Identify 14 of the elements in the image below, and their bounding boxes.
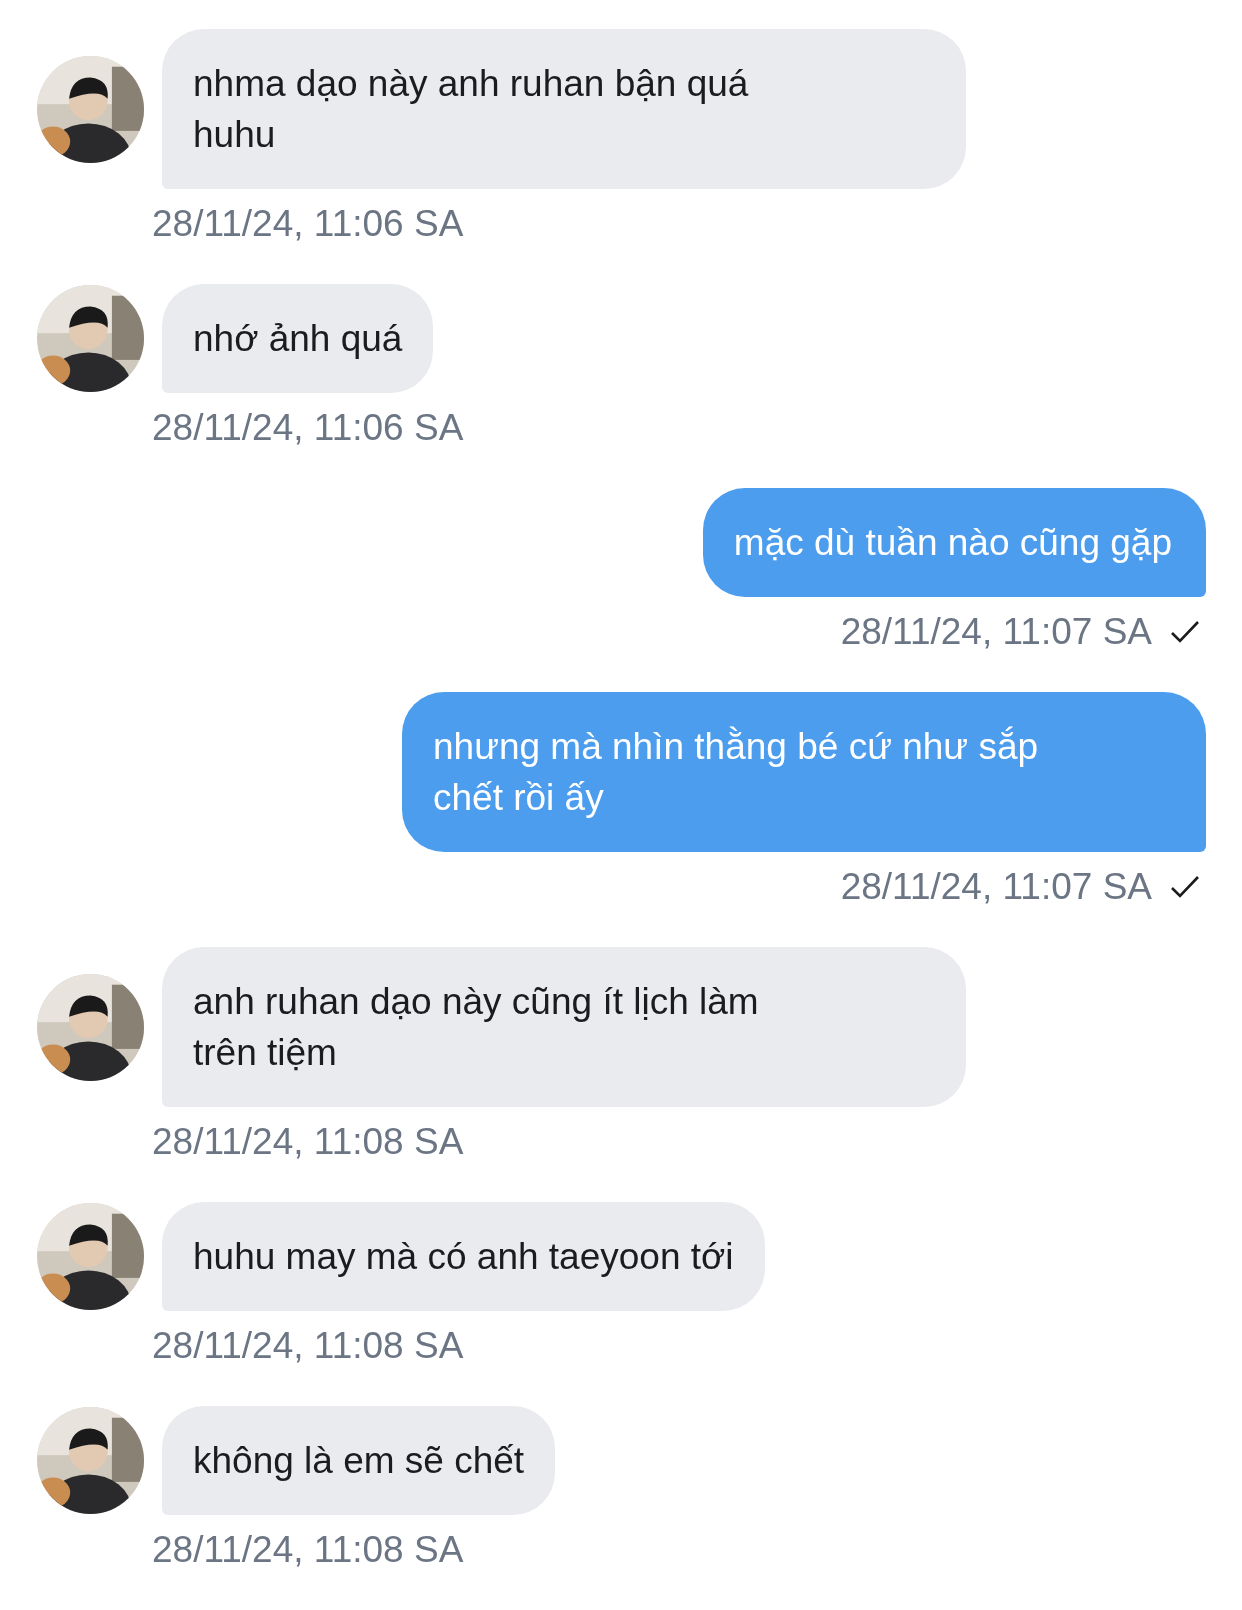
message-bubble: nhưng mà nhìn thằng bé cứ như sắp chết rồi ấy (402, 692, 1206, 852)
message-bubble: huhu may mà có anh taeyoon tới (162, 1202, 765, 1311)
timestamp: 28/11/24, 11:06 SA (152, 406, 464, 450)
message-bubble: nhma dạo này anh ruhan bận quá huhu (162, 29, 966, 189)
timestamp: 28/11/24, 11:07 SA (840, 865, 1152, 909)
message-bubble: mặc dù tuần nào cũng gặp (702, 488, 1206, 597)
timestamp: 28/11/24, 11:07 SA (840, 610, 1152, 654)
message-bubble: không là em sẽ chết (162, 1406, 556, 1515)
message-bubble: nhớ ảnh quá (162, 284, 434, 393)
message-bubble: anh ruhan dạo này cũng ít lịch làm trên tiệm (162, 947, 966, 1107)
timestamp: 28/11/24, 11:08 SA (152, 1120, 464, 1164)
timestamp: 28/11/24, 11:08 SA (152, 1324, 464, 1368)
timestamp: 28/11/24, 11:08 SA (152, 1528, 464, 1572)
timestamp: 28/11/24, 11:06 SA (152, 202, 464, 246)
